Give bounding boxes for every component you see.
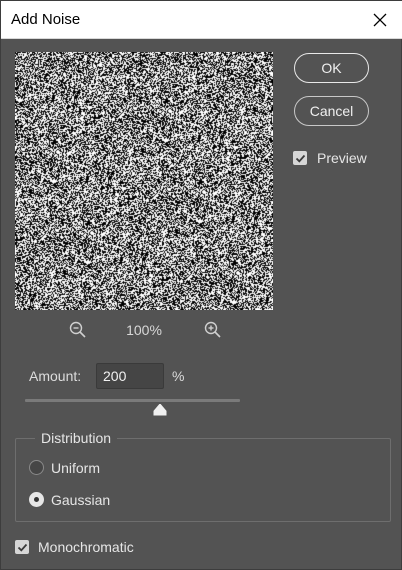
zoom-controls: 100%: [15, 319, 273, 341]
close-button[interactable]: [357, 1, 402, 39]
title-bar: Add Noise: [1, 1, 402, 39]
zoom-level: 100%: [126, 322, 162, 338]
monochromatic-checkbox[interactable]: [15, 540, 29, 554]
add-noise-dialog: Add Noise 100% OK Cancel Preview Amount:…: [0, 0, 402, 570]
amount-slider-thumb[interactable]: [153, 403, 167, 416]
amount-unit: %: [172, 368, 185, 384]
monochromatic-label: Monochromatic: [38, 539, 134, 555]
close-icon: [373, 13, 387, 27]
preview-label: Preview: [317, 150, 367, 166]
dialog-title: Add Noise: [11, 11, 81, 28]
gaussian-radio[interactable]: [29, 492, 44, 507]
uniform-radio[interactable]: [29, 460, 44, 475]
zoom-in-button[interactable]: [204, 321, 222, 339]
amount-slider-track[interactable]: [25, 399, 240, 402]
distribution-group: [15, 438, 391, 522]
gaussian-label: Gaussian: [51, 492, 111, 508]
checkmark-icon: [17, 543, 27, 552]
checkmark-icon: [295, 154, 305, 163]
cancel-button[interactable]: Cancel: [294, 96, 369, 126]
noise-preview[interactable]: [15, 52, 273, 310]
ok-button[interactable]: OK: [294, 53, 369, 83]
preview-checkbox[interactable]: [293, 151, 307, 165]
noise-preview-canvas: [15, 52, 273, 310]
amount-input[interactable]: [96, 363, 164, 389]
uniform-label: Uniform: [51, 460, 101, 476]
slider-thumb-icon: [153, 403, 167, 416]
zoom-out-button[interactable]: [69, 321, 87, 339]
amount-label: Amount:: [29, 368, 82, 384]
zoom-out-icon: [69, 321, 86, 338]
distribution-legend: Distribution: [35, 430, 118, 446]
zoom-in-icon: [204, 321, 221, 338]
